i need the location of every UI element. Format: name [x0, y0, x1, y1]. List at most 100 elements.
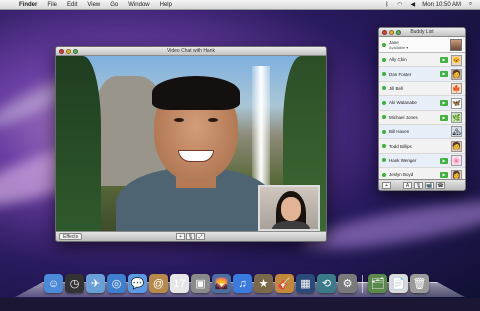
- itunes-icon[interactable]: ♫: [233, 274, 252, 293]
- iphoto-icon[interactable]: 🌄: [212, 274, 231, 293]
- phone-button[interactable]: ☎: [436, 181, 445, 189]
- menu-go[interactable]: Go: [105, 2, 123, 8]
- add-buddy-button[interactable]: +: [382, 181, 391, 189]
- buddy-row[interactable]: Ally Chin ▶ 🐱: [379, 53, 465, 68]
- zoom-button[interactable]: [396, 30, 401, 35]
- zoom-button[interactable]: [73, 49, 78, 54]
- preview-icon[interactable]: ▣: [191, 274, 210, 293]
- status-dot-icon: [382, 172, 386, 177]
- status-dropdown[interactable]: Available ▾: [389, 45, 408, 50]
- menu-window[interactable]: Window: [123, 2, 154, 8]
- video-feed: [56, 56, 326, 233]
- buddy-row[interactable]: Bill Haven 🏔: [379, 124, 465, 140]
- remote-participant: [116, 68, 276, 233]
- dock: ☺ ◷ ✈ ◎ 💬 @17 ▣ 🌄 ♫ ★ 🎸 ▦ ⟲ ⚙ 🗂 📄 🗑: [44, 271, 429, 293]
- buddy-avatar: 🏔: [451, 126, 462, 138]
- menu-edit[interactable]: Edit: [62, 2, 82, 8]
- video-window-title: Video Chat with Hank: [167, 48, 215, 54]
- status-dot-icon: [382, 42, 386, 47]
- desktop-floor: [0, 298, 480, 311]
- buddy-avatar: 🌿: [451, 112, 462, 124]
- address-book-icon[interactable]: @: [149, 274, 168, 293]
- status-dot-icon: [382, 144, 386, 149]
- safari-icon[interactable]: ◎: [107, 274, 126, 293]
- fullscreen-button[interactable]: ⤢: [196, 233, 205, 240]
- trash-icon[interactable]: 🗑: [410, 274, 429, 293]
- buddy-row[interactable]: Michael Jones ▶ 🌿: [379, 111, 465, 125]
- video-camera-icon[interactable]: ▶: [440, 71, 448, 78]
- menubar-clock[interactable]: Mon 10:50 AM: [422, 2, 461, 8]
- menu-view[interactable]: View: [82, 2, 105, 8]
- minimize-button[interactable]: [66, 49, 71, 54]
- buddy-row[interactable]: Todd Billips 🧑: [379, 139, 465, 154]
- buddy-row[interactable]: Jill Bell 🍁: [379, 82, 465, 97]
- video-camera-icon[interactable]: ▶: [440, 172, 448, 179]
- buddy-avatar: 🧑: [451, 68, 462, 80]
- status-dot-icon: [382, 86, 386, 91]
- buddy-name: Michael Jones: [389, 114, 418, 120]
- my-avatar[interactable]: [450, 39, 462, 51]
- buddy-name: Jill Bell: [389, 85, 404, 91]
- buddy-list-titlebar[interactable]: Buddy List: [379, 28, 465, 37]
- buddy-rows: Ally Chin ▶ 🐱 Dan Foster ▶ 🧑 Jill Bell 🍁 Aki Wat…: [379, 53, 465, 183]
- menu-finder[interactable]: Finder: [14, 2, 42, 8]
- bluetooth-icon[interactable]: ᛒ: [383, 2, 390, 8]
- time-machine-icon[interactable]: ⟲: [317, 274, 336, 293]
- close-button[interactable]: [59, 49, 64, 54]
- status-dot-icon: [382, 100, 386, 105]
- imovie-icon[interactable]: ★: [254, 274, 273, 293]
- video-window-titlebar[interactable]: Video Chat with Hank: [56, 47, 326, 56]
- mail-icon[interactable]: ✈: [86, 274, 105, 293]
- system-preferences-icon[interactable]: ⚙: [338, 274, 357, 293]
- buddy-row[interactable]: Dan Foster ▶ 🧑: [379, 67, 465, 82]
- close-button[interactable]: [382, 30, 387, 35]
- minimize-button[interactable]: [389, 30, 394, 35]
- background-tree: [56, 56, 101, 233]
- buddy-name: Jeslyn Boyd: [389, 172, 414, 178]
- menu-file[interactable]: File: [42, 2, 62, 8]
- video-camera-icon[interactable]: ▶: [440, 57, 448, 63]
- buddy-avatar: 🦋: [451, 97, 462, 109]
- mute-button[interactable]: 🎙: [186, 233, 195, 240]
- dock-separator: [362, 275, 363, 293]
- video-camera-icon[interactable]: ▶: [440, 114, 448, 121]
- status-dot-icon: [382, 158, 386, 163]
- menu-help[interactable]: Help: [155, 2, 177, 8]
- audio-chat-button[interactable]: 🎙: [414, 181, 423, 189]
- buddy-name: Todd Billips: [389, 143, 412, 149]
- buddy-list-title: Buddy List: [410, 29, 434, 35]
- spotlight-icon[interactable]: ⌕: [467, 1, 474, 8]
- wifi-icon[interactable]: ◠: [396, 2, 403, 8]
- buddy-name: Dan Foster: [389, 71, 412, 77]
- spaces-icon[interactable]: ▦: [296, 274, 315, 293]
- buddy-row[interactable]: Hank Wenger ▶ 🌸: [379, 153, 465, 169]
- text-chat-button[interactable]: A: [403, 181, 412, 189]
- video-chat-button[interactable]: 📹: [425, 181, 434, 189]
- garageband-icon[interactable]: 🎸: [275, 274, 294, 293]
- effects-button[interactable]: Effects: [59, 233, 83, 240]
- buddy-row[interactable]: Aki Watanabe ▶ 🦋: [379, 96, 465, 111]
- dashboard-icon[interactable]: ◷: [65, 274, 84, 293]
- buddy-avatar: 🌸: [451, 155, 462, 167]
- buddy-name: Ally Chin: [389, 57, 407, 63]
- applications-stack-icon[interactable]: 🗂: [368, 274, 387, 293]
- my-status[interactable]: Jane Available ▾: [379, 37, 465, 53]
- video-camera-icon[interactable]: ▶: [440, 100, 448, 107]
- self-preview[interactable]: [258, 185, 320, 231]
- documents-stack-icon[interactable]: 📄: [389, 274, 408, 293]
- menu-extras: ᛒ ◠ ◀ Mon 10:50 AM ⌕: [383, 1, 480, 8]
- buddy-list-toolbar: + A 🎙 📹 ☎: [379, 179, 465, 190]
- video-camera-icon[interactable]: ▶: [440, 157, 448, 164]
- ical-icon[interactable]: 17: [170, 274, 189, 293]
- ichat-icon[interactable]: 💬: [128, 274, 147, 293]
- status-dot-icon: [382, 115, 386, 120]
- buddy-name: Bill Haven: [389, 129, 410, 135]
- buddy-avatar: 🍁: [451, 83, 462, 95]
- menu-bar: Finder File Edit View Go Window Help ᛒ ◠…: [0, 0, 480, 10]
- buddy-name: Hank Wenger: [389, 157, 417, 163]
- status-dot-icon: [382, 57, 386, 62]
- buddy-avatar: 🐱: [451, 54, 462, 66]
- volume-icon[interactable]: ◀: [409, 2, 416, 8]
- finder-icon[interactable]: ☺: [44, 274, 63, 293]
- add-participant-button[interactable]: +: [176, 233, 185, 240]
